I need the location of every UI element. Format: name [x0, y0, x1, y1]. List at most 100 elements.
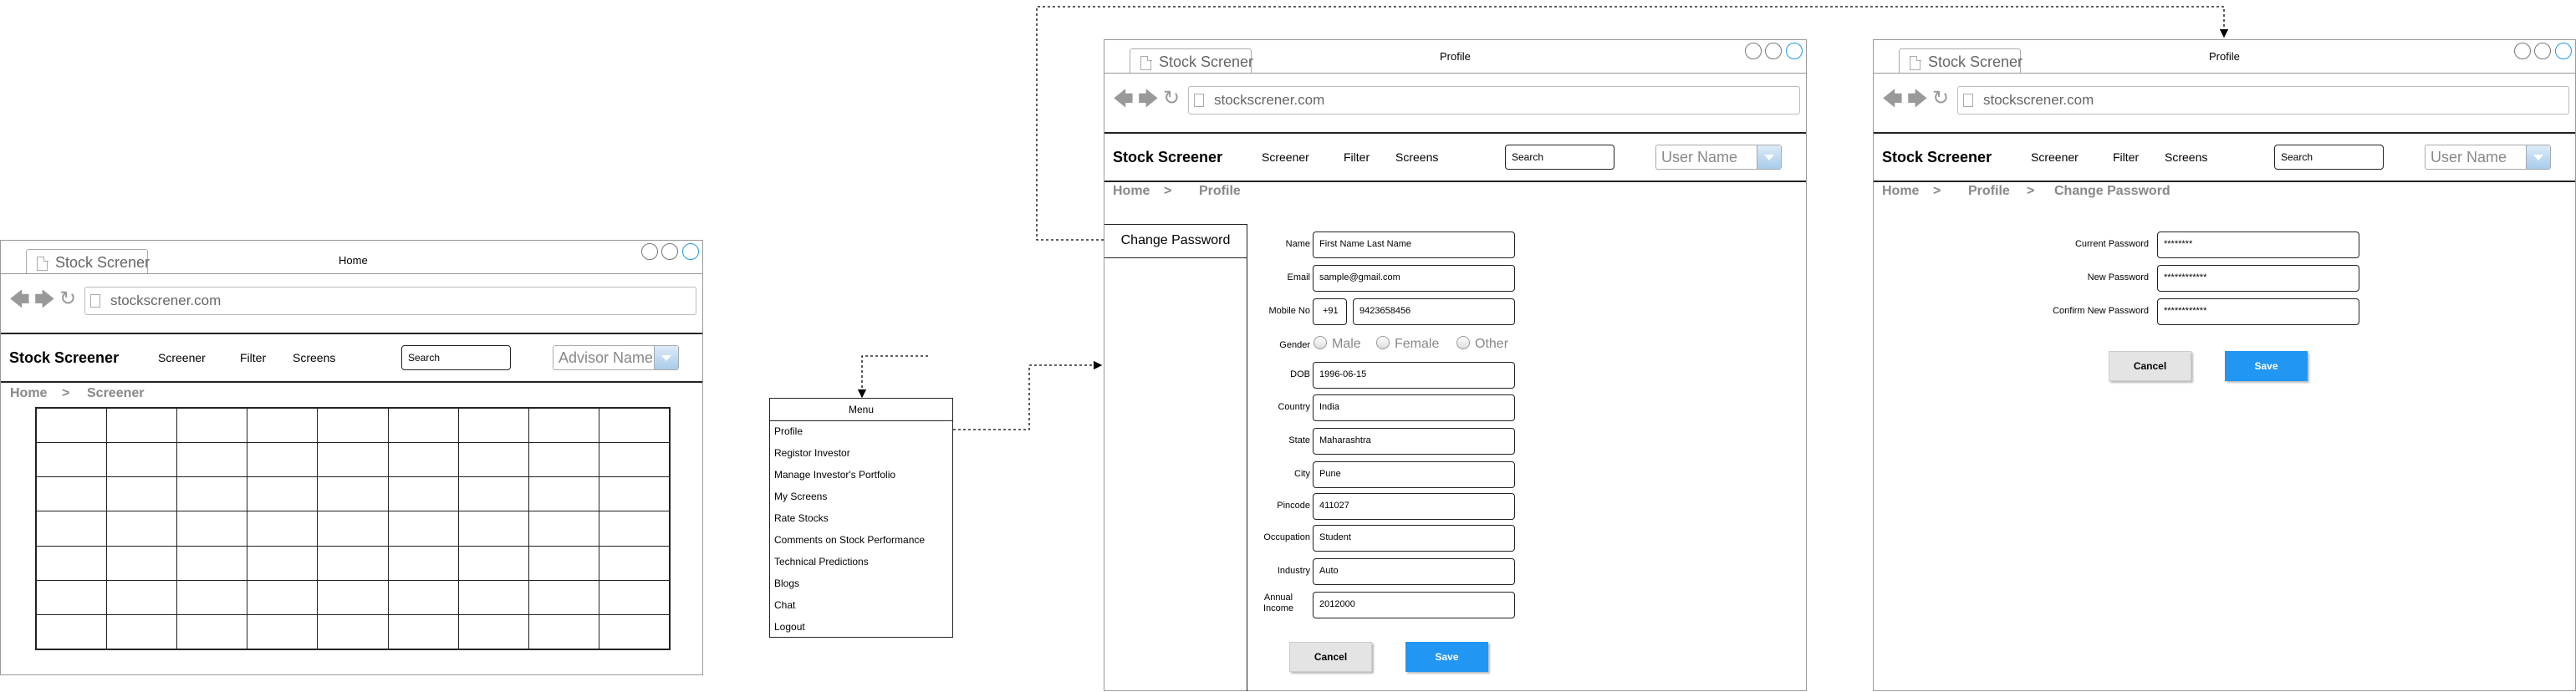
- grid-cell[interactable]: [247, 476, 319, 512]
- grid-cell[interactable]: [387, 579, 459, 615]
- minimize-icon[interactable]: [641, 243, 658, 260]
- grid-cell[interactable]: [247, 442, 319, 478]
- reload-icon[interactable]: ↻: [1932, 89, 1949, 109]
- grid-cell[interactable]: [317, 511, 389, 547]
- reload-icon[interactable]: ↻: [59, 289, 76, 309]
- grid-cell[interactable]: [387, 408, 459, 444]
- grid-cell[interactable]: [247, 613, 319, 649]
- grid-cell[interactable]: [528, 476, 599, 512]
- grid-cell[interactable]: [528, 408, 599, 444]
- grid-cell[interactable]: [176, 613, 248, 649]
- nav-screener[interactable]: Screener: [2031, 150, 2079, 164]
- annual-income-field[interactable]: 2012000: [1313, 592, 1515, 618]
- grid-cell[interactable]: [598, 613, 670, 649]
- search-input[interactable]: Search: [2274, 145, 2384, 170]
- nav-filter[interactable]: Filter: [240, 351, 266, 364]
- state-field[interactable]: Maharashtra: [1313, 428, 1515, 455]
- grid-cell[interactable]: [457, 476, 529, 512]
- cancel-button[interactable]: Cancel: [2109, 351, 2191, 381]
- gender-radio-female[interactable]: Female: [1376, 336, 1439, 352]
- user-select[interactable]: User Name: [2425, 145, 2551, 170]
- breadcrumb-home[interactable]: Home: [1882, 184, 1919, 199]
- gender-radio-male[interactable]: Male: [1314, 336, 1361, 352]
- country-code-field[interactable]: +91: [1313, 298, 1347, 325]
- nav-filter[interactable]: Filter: [1344, 150, 1370, 164]
- close-icon[interactable]: [682, 243, 699, 260]
- grid-cell[interactable]: [176, 545, 248, 581]
- grid-cell[interactable]: [598, 579, 670, 615]
- forward-arrow-icon[interactable]: 🡆: [34, 290, 55, 310]
- grid-cell[interactable]: [598, 442, 670, 478]
- confirm-password-field[interactable]: ************: [2157, 298, 2359, 325]
- close-icon[interactable]: [1786, 43, 1803, 59]
- grid-cell[interactable]: [247, 408, 319, 444]
- grid-cell[interactable]: [176, 442, 248, 478]
- minimize-icon[interactable]: [2514, 43, 2531, 59]
- grid-cell[interactable]: [528, 511, 599, 547]
- pincode-field[interactable]: 411027: [1313, 493, 1515, 520]
- breadcrumb-home[interactable]: Home: [10, 386, 47, 401]
- grid-cell[interactable]: [457, 613, 529, 649]
- address-bar[interactable]: stockscrener.com: [1188, 86, 1800, 114]
- country-field[interactable]: India: [1313, 394, 1515, 421]
- grid-cell[interactable]: [598, 476, 670, 512]
- menu-item-blogs[interactable]: Blogs: [774, 578, 799, 589]
- address-bar[interactable]: stockscrener.com: [1957, 86, 2569, 114]
- grid-cell[interactable]: [176, 579, 248, 615]
- grid-cell[interactable]: [106, 545, 178, 581]
- gender-radio-other[interactable]: Other: [1456, 336, 1508, 352]
- menu-item-comments[interactable]: Comments on Stock Performance: [774, 534, 925, 546]
- grid-cell[interactable]: [36, 613, 108, 649]
- grid-cell[interactable]: [106, 511, 178, 547]
- grid-cell[interactable]: [36, 476, 108, 512]
- change-password-link[interactable]: Change Password: [1104, 225, 1247, 258]
- nav-screener[interactable]: Screener: [158, 351, 206, 364]
- mobile-field[interactable]: 9423658456: [1353, 298, 1515, 325]
- menu-item-my-screens[interactable]: My Screens: [774, 491, 827, 502]
- cancel-button[interactable]: Cancel: [1289, 642, 1372, 672]
- back-arrow-icon[interactable]: 🡄: [9, 290, 30, 310]
- dob-field[interactable]: 1996-06-15: [1313, 362, 1515, 389]
- grid-cell[interactable]: [598, 511, 670, 547]
- grid-cell[interactable]: [176, 408, 248, 444]
- grid-cell[interactable]: [317, 408, 389, 444]
- grid-cell[interactable]: [457, 545, 529, 581]
- new-password-field[interactable]: ************: [2157, 265, 2359, 292]
- nav-screens[interactable]: Screens: [293, 351, 335, 364]
- grid-cell[interactable]: [317, 613, 389, 649]
- grid-cell[interactable]: [36, 442, 108, 478]
- grid-cell[interactable]: [106, 613, 178, 649]
- grid-cell[interactable]: [457, 408, 529, 444]
- grid-cell[interactable]: [528, 579, 599, 615]
- maximize-icon[interactable]: [1765, 43, 1782, 59]
- chevron-down-icon[interactable]: [654, 346, 678, 369]
- current-password-field[interactable]: ********: [2157, 232, 2359, 258]
- grid-cell[interactable]: [457, 511, 529, 547]
- breadcrumb-home[interactable]: Home: [1113, 184, 1150, 199]
- nav-screener[interactable]: Screener: [1262, 150, 1309, 164]
- grid-cell[interactable]: [36, 579, 108, 615]
- address-bar[interactable]: stockscrener.com: [84, 287, 696, 315]
- user-select[interactable]: Advisor Name: [553, 345, 679, 370]
- maximize-icon[interactable]: [2534, 43, 2551, 59]
- name-field[interactable]: First Name Last Name: [1313, 232, 1515, 258]
- grid-cell[interactable]: [387, 545, 459, 581]
- industry-field[interactable]: Auto: [1313, 558, 1515, 585]
- user-select[interactable]: User Name: [1655, 145, 1782, 170]
- back-arrow-icon[interactable]: 🡄: [1882, 89, 1903, 109]
- menu-item-rate-stocks[interactable]: Rate Stocks: [774, 512, 829, 524]
- save-button[interactable]: Save: [1405, 642, 1488, 672]
- menu-item-profile[interactable]: Profile: [774, 425, 803, 437]
- forward-arrow-icon[interactable]: 🡆: [1138, 89, 1159, 109]
- forward-arrow-icon[interactable]: 🡆: [1907, 89, 1928, 109]
- menu-item-register-investor[interactable]: Registor Investor: [774, 447, 850, 459]
- save-button[interactable]: Save: [2225, 351, 2308, 381]
- grid-cell[interactable]: [528, 613, 599, 649]
- menu-item-logout[interactable]: Logout: [774, 621, 805, 633]
- grid-cell[interactable]: [457, 442, 529, 478]
- browser-tab[interactable]: Stock Screner: [1130, 48, 1253, 74]
- grid-cell[interactable]: [387, 476, 459, 512]
- grid-cell[interactable]: [598, 408, 670, 444]
- close-icon[interactable]: [2555, 43, 2572, 59]
- grid-cell[interactable]: [317, 579, 389, 615]
